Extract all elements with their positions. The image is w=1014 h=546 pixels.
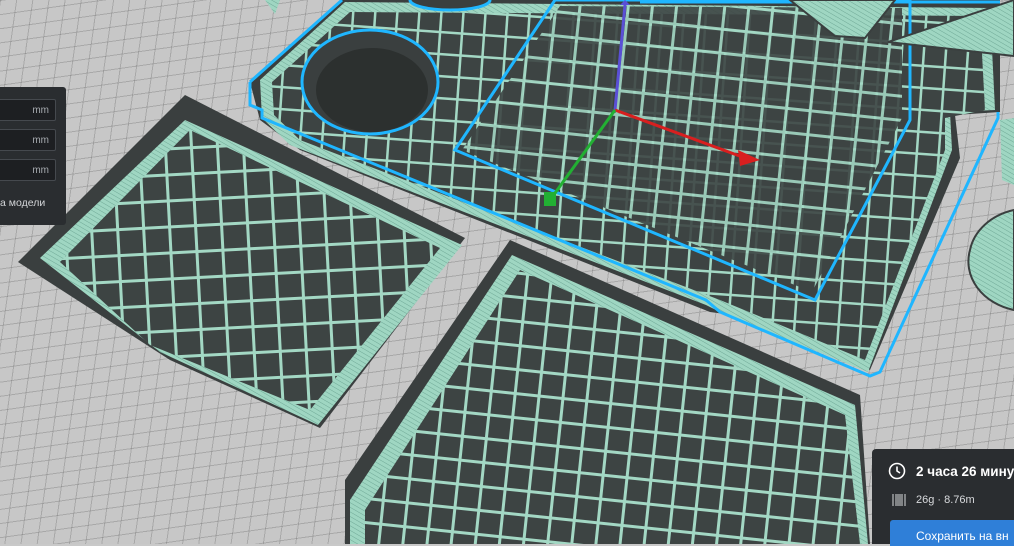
size-x-unit: mm — [32, 105, 49, 116]
print-time: 2 часа 26 мину — [916, 464, 1014, 479]
scene — [18, 0, 1014, 544]
size-x-input[interactable]: mm — [0, 99, 56, 121]
size-y-unit: mm — [32, 135, 49, 146]
3d-viewport[interactable] — [0, 0, 1014, 544]
spool-icon — [892, 494, 906, 506]
print-material-usage: 26g · 8.76m — [916, 494, 975, 506]
size-z-unit: mm — [32, 165, 49, 176]
size-y-input[interactable]: mm — [0, 129, 56, 151]
clock-icon — [888, 462, 906, 480]
print-info-panel: 2 часа 26 мину 26g · 8.76m Сохранить на … — [872, 449, 1014, 546]
scale-panel: mm mm mm а модели — [0, 87, 66, 225]
save-to-removable-drive-button[interactable]: Сохранить на вн — [890, 520, 1014, 546]
size-z-input[interactable]: mm — [0, 159, 56, 181]
uniform-scaling-label[interactable]: а модели — [0, 197, 45, 209]
